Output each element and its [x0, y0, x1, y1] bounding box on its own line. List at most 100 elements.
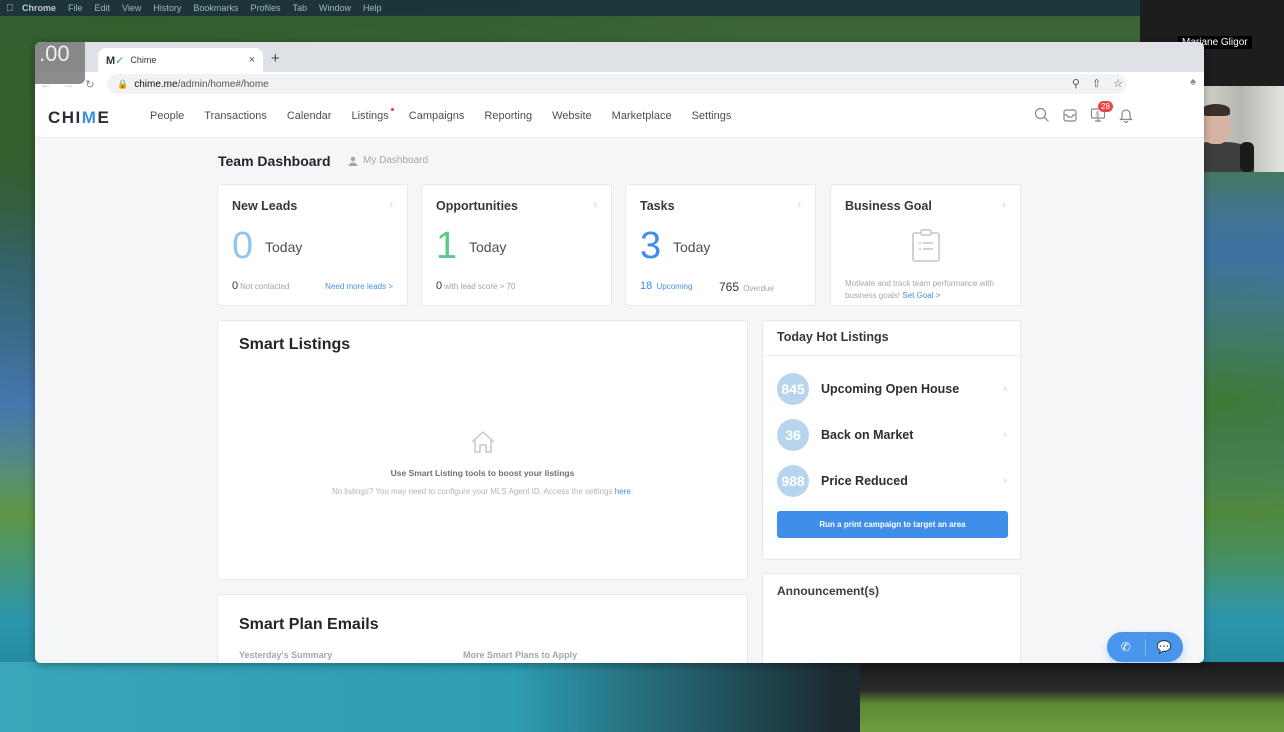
overdue-stat[interactable]: 765 Overdue: [719, 280, 774, 294]
nav-label: Website: [552, 110, 592, 122]
chime-logo[interactable]: CHIME: [48, 108, 110, 128]
chevron-right-icon[interactable]: ›: [389, 199, 393, 211]
stat-value: 0: [232, 280, 239, 292]
dashboard-content: Team Dashboard My Dashboard New Leads › …: [35, 138, 1204, 663]
search-icon[interactable]: [1034, 107, 1050, 123]
tab-title: Chime: [130, 55, 157, 65]
menu-tab[interactable]: Tab: [292, 3, 307, 13]
nav-label: People: [150, 110, 185, 122]
new-dot-indicator: [390, 108, 394, 111]
nav-marketplace[interactable]: Marketplace: [612, 110, 672, 122]
phone-icon[interactable]: ✆: [1107, 632, 1145, 662]
hot-listings-panel: Today Hot Listings 845 Upcoming Open Hou…: [762, 320, 1021, 560]
header-icons: $ 28: [1034, 101, 1134, 124]
main-nav: People Transactions Calendar Listings Ca…: [150, 108, 751, 122]
chevron-right-icon: ›: [1003, 383, 1007, 395]
yesterdays-summary-label: Yesterday's Summary: [239, 650, 333, 660]
more-smart-plans-label: More Smart Plans to Apply: [463, 650, 578, 660]
menu-view[interactable]: View: [122, 3, 141, 13]
card-tasks[interactable]: Tasks › 3 Today 18 Upcoming 765 Overdue: [625, 184, 816, 306]
menu-file[interactable]: File: [68, 3, 83, 13]
stat-label: Upcoming: [656, 282, 693, 291]
nav-label: Listings: [351, 110, 389, 122]
inbox-icon[interactable]: [1062, 107, 1078, 123]
menu-help[interactable]: Help: [363, 3, 382, 13]
chevron-right-icon[interactable]: ›: [1002, 199, 1006, 211]
share-icon[interactable]: ⇧: [1092, 77, 1101, 90]
new-tab-button[interactable]: +: [271, 50, 280, 67]
wallpaper-grass: [860, 662, 1284, 732]
empty-state-text: No listings? You may need to configure y…: [218, 487, 747, 496]
row-label: Upcoming Open House: [821, 382, 960, 396]
nav-label: Calendar: [286, 110, 332, 122]
card-title: Opportunities: [436, 199, 518, 213]
card-title: New Leads: [232, 199, 298, 213]
menu-profiles[interactable]: Profiles: [250, 3, 280, 13]
card-title: Business Goal: [845, 199, 932, 213]
tasks-count: 3: [640, 225, 662, 267]
upcoming-stat[interactable]: 18 Upcoming: [640, 280, 693, 292]
print-campaign-button[interactable]: Run a print campaign to target an area: [777, 511, 1008, 538]
hot-listing-row[interactable]: 845 Upcoming Open House ›: [777, 372, 1007, 406]
menu-edit[interactable]: Edit: [95, 3, 111, 13]
nav-campaigns[interactable]: Campaigns: [409, 110, 465, 122]
row-label: Price Reduced: [821, 474, 908, 488]
nav-website[interactable]: Website: [552, 110, 592, 122]
star-icon[interactable]: ☆: [1113, 77, 1123, 90]
new-leads-count: 0: [232, 225, 254, 267]
user-icon: [348, 156, 358, 166]
empty-state-title: Use Smart Listing tools to boost your li…: [390, 468, 575, 478]
business-goal-text: Motivate and track team performance with…: [845, 278, 1015, 302]
menu-chrome[interactable]: Chrome: [22, 3, 56, 13]
svg-text:$: $: [1096, 112, 1100, 119]
hot-listing-row[interactable]: 988 Price Reduced ›: [777, 464, 1007, 498]
apple-icon[interactable]: : [6, 3, 22, 14]
browser-toolbar: ← → ↻ 🔒 chime.me/admin/home#/home ⚲ ⇧ ☆ …: [35, 72, 1204, 96]
panel-title: Smart Listings: [239, 336, 351, 353]
card-opportunities[interactable]: Opportunities › 1 Today 0 with lead score…: [421, 184, 612, 306]
need-more-leads-link[interactable]: Need more leads >: [325, 282, 393, 291]
extensions-icon[interactable]: ♠: [1190, 76, 1196, 88]
browser-window: .00 M✓ Chime × + ← → ↻ 🔒 chime.me/admin/…: [35, 42, 1204, 663]
menu-window[interactable]: Window: [319, 3, 351, 13]
bell-icon[interactable]: [1118, 107, 1134, 124]
close-tab-icon[interactable]: ×: [249, 54, 255, 66]
my-dashboard-link[interactable]: My Dashboard: [348, 155, 428, 166]
opportunities-count: 1: [436, 225, 458, 267]
period-label: Today: [469, 239, 507, 255]
microphone: [1240, 142, 1254, 172]
stat-label: with lead score > 70: [444, 282, 516, 291]
key-icon[interactable]: ⚲: [1072, 77, 1080, 90]
nav-calendar[interactable]: Calendar: [287, 110, 332, 122]
nav-label: Marketplace: [611, 110, 672, 122]
empty-state-description: No listings? You may need to configure y…: [331, 487, 613, 496]
clipboard-icon: [912, 229, 940, 262]
card-business-goal[interactable]: Business Goal › Motivate and track team …: [830, 184, 1021, 306]
settings-here-link[interactable]: here: [615, 487, 631, 496]
address-bar[interactable]: 🔒 chime.me/admin/home#/home ⚲ ⇧ ☆: [107, 74, 1127, 94]
hot-listing-row[interactable]: 36 Back on Market ›: [777, 418, 1007, 452]
chevron-right-icon[interactable]: ›: [593, 199, 597, 211]
nav-reporting[interactable]: Reporting: [484, 110, 532, 122]
count-badge: 845: [777, 373, 809, 405]
chat-icon[interactable]: 💬: [1145, 632, 1183, 662]
billing-monitor-icon[interactable]: $ 28: [1090, 101, 1113, 123]
stat-label: Overdue: [743, 284, 774, 293]
notification-badge: 28: [1098, 101, 1113, 112]
browser-tab-chime[interactable]: M✓ Chime ×: [98, 48, 263, 72]
menu-history[interactable]: History: [153, 3, 181, 13]
contact-fab: ✆ 💬: [1107, 632, 1183, 662]
nav-transactions[interactable]: Transactions: [204, 110, 267, 122]
lock-icon: 🔒: [117, 78, 129, 89]
smart-listings-panel: Smart Listings Use Smart Listing tools t…: [217, 320, 748, 580]
nav-settings[interactable]: Settings: [692, 110, 732, 122]
chime-favicon-icon: M✓: [106, 54, 125, 67]
set-goal-link[interactable]: Set Goal >: [902, 291, 940, 300]
card-new-leads[interactable]: New Leads › 0 Today 0 Not contacted Need …: [217, 184, 408, 306]
nav-label: Settings: [691, 110, 732, 122]
nav-listings[interactable]: Listings: [351, 108, 394, 122]
menu-bookmarks[interactable]: Bookmarks: [193, 3, 238, 13]
smart-plan-emails-panel: Smart Plan Emails Yesterday's Summary Mo…: [217, 594, 748, 663]
chevron-right-icon[interactable]: ›: [797, 199, 801, 211]
nav-people[interactable]: People: [150, 110, 184, 122]
